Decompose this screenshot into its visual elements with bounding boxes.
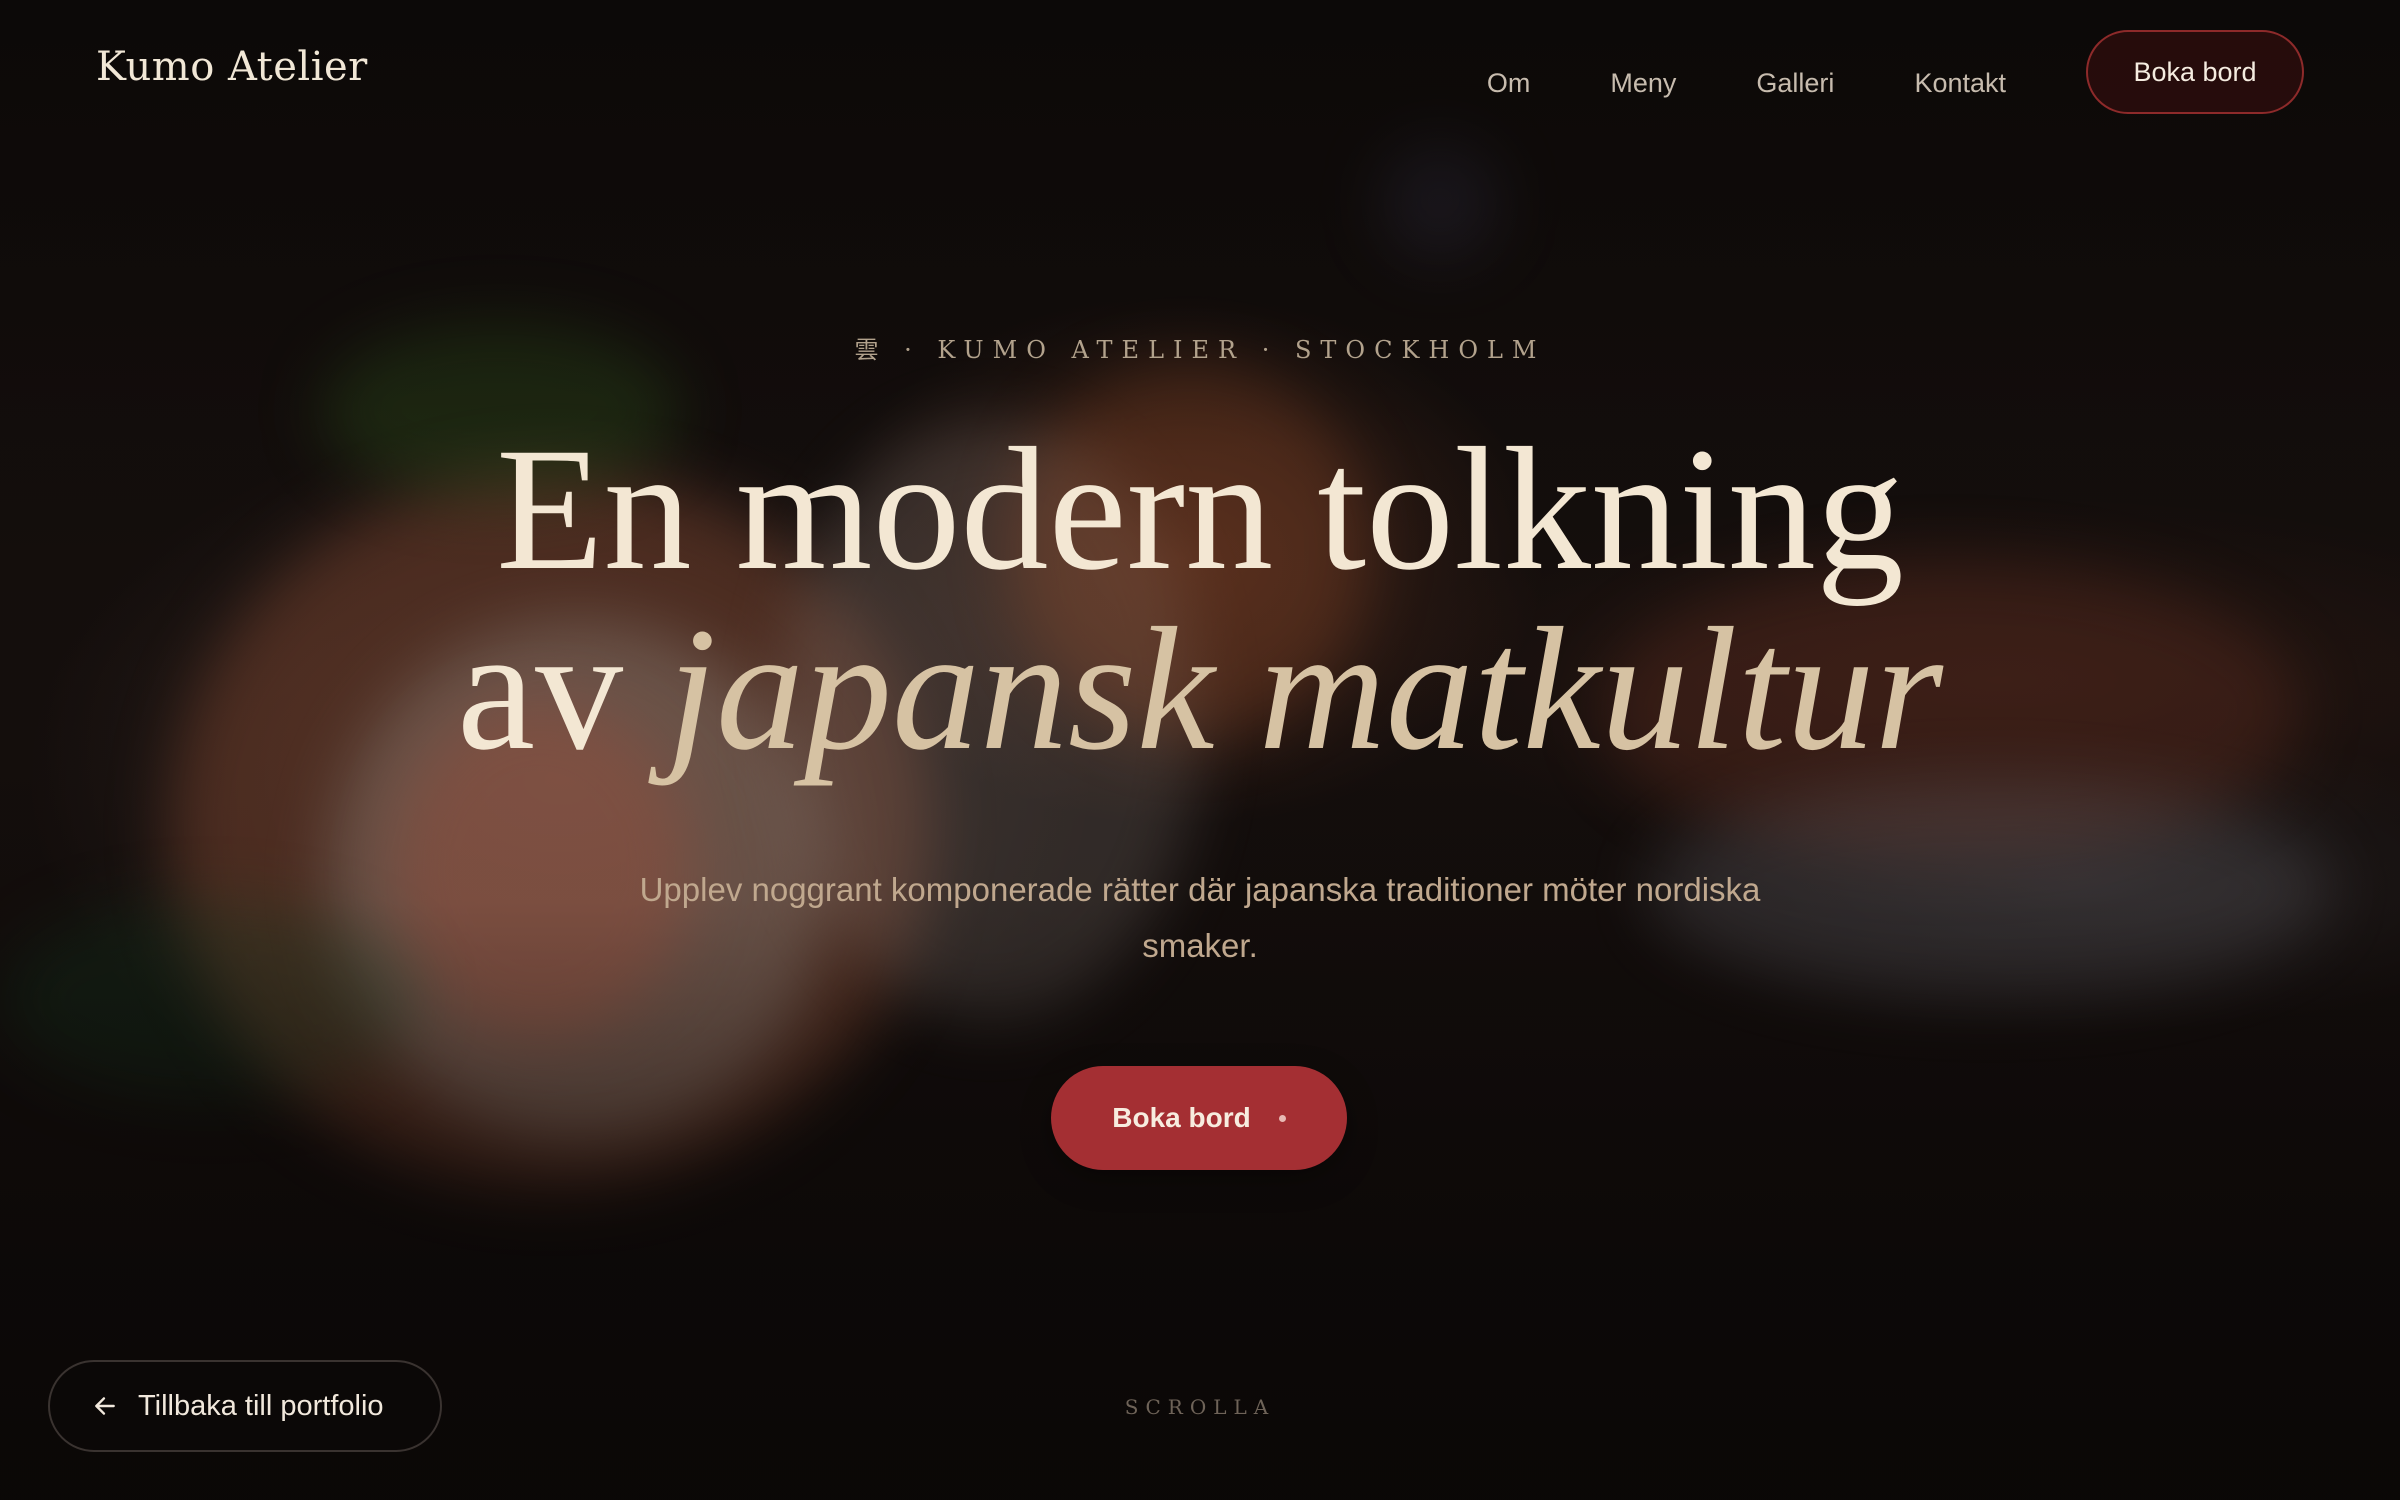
headline-line-2-italic: japansk matkultur	[667, 592, 1944, 787]
dot-icon	[1278, 1114, 1286, 1122]
headline-line-1: En modern tolkning	[496, 412, 1904, 607]
main-nav: Om Meny Galleri Kontakt Boka bord	[1487, 30, 2304, 114]
nav-item-meny[interactable]: Meny	[1610, 68, 1676, 99]
nav-item-kontakt[interactable]: Kontakt	[1914, 68, 2006, 99]
headline-line-2: av japansk matkultur	[0, 600, 2400, 780]
hero-headline: En modern tolkning av japansk matkultur	[0, 420, 2400, 780]
nav-item-om[interactable]: Om	[1487, 68, 1531, 99]
nav-item-galleri[interactable]: Galleri	[1756, 68, 1834, 99]
hero-book-button-label: Boka bord	[1112, 1102, 1251, 1133]
scroll-indicator[interactable]: SCROLLA	[0, 1395, 2400, 1419]
site-logo[interactable]: Kumo Atelier	[96, 44, 368, 90]
headline-line-2-prefix: av	[456, 592, 668, 787]
hero-eyebrow: 雲 · KUMO ATELIER · STOCKHOLM	[854, 336, 1546, 364]
hero-book-button[interactable]: Boka bord	[1051, 1066, 1347, 1170]
hero-section: Kumo Atelier Om Meny Galleri Kontakt Bok…	[0, 0, 2400, 1500]
hero-subtitle: Upplev noggrant komponerade rätter där j…	[639, 871, 1761, 964]
header-book-button[interactable]: Boka bord	[2086, 30, 2304, 114]
